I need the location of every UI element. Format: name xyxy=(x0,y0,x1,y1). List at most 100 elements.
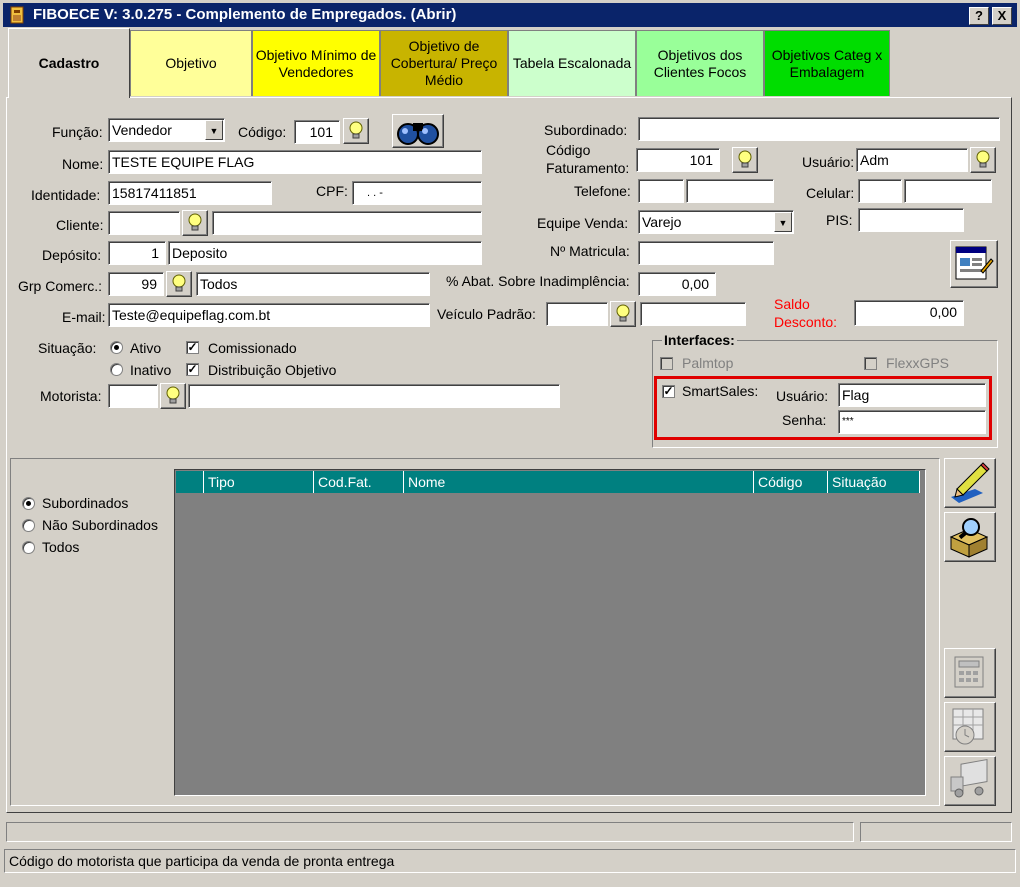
grid-header-situacao[interactable]: Situação xyxy=(828,471,920,493)
veiculo-lookup-button[interactable] xyxy=(610,301,636,327)
equipe-venda-select[interactable]: Varejo ▼ xyxy=(638,210,794,234)
cpf-field[interactable]: . . - xyxy=(352,181,482,205)
todos-label: Todos xyxy=(42,539,80,555)
saldo-label-1: Saldo xyxy=(774,296,810,312)
chevron-down-icon[interactable]: ▼ xyxy=(205,120,223,140)
veiculo-code-field[interactable] xyxy=(546,302,608,326)
search-records-button[interactable] xyxy=(944,512,996,562)
tab-objetivo[interactable]: Objetivo xyxy=(130,30,252,96)
cliente-name-field[interactable] xyxy=(212,211,482,235)
situacao-label: Situação: xyxy=(38,340,97,356)
celular-label: Celular: xyxy=(806,185,855,201)
smartsales-usuario-field[interactable]: Flag xyxy=(838,383,986,407)
funcao-label: Função: xyxy=(52,124,103,140)
help-button[interactable]: ? xyxy=(969,7,989,25)
cliente-lookup-button[interactable] xyxy=(182,210,208,236)
lightbulb-icon xyxy=(616,304,630,322)
deposito-name-field[interactable]: Deposito xyxy=(168,241,482,265)
grid-header-codigo[interactable]: Código xyxy=(754,471,828,493)
smartsales-label: SmartSales: xyxy=(682,383,759,399)
subordinado-field[interactable] xyxy=(638,117,1000,141)
funcao-select[interactable]: Vendedor ▼ xyxy=(108,118,225,142)
inativo-radio[interactable] xyxy=(110,363,123,376)
motorista-label: Motorista: xyxy=(40,388,102,404)
grp-comerc-label: Grp Comerc.: xyxy=(18,278,103,294)
calendar-clock-icon xyxy=(952,708,984,745)
usuario-label: Usuário: xyxy=(802,154,855,170)
cliente-label: Cliente: xyxy=(56,217,104,233)
tab-clientes-focos[interactable]: Objetivos dos Clientes Focos xyxy=(636,30,764,96)
equipe-venda-value: Varejo xyxy=(642,214,682,230)
codigo-field[interactable]: 101 xyxy=(294,120,340,144)
pencil-icon xyxy=(951,462,990,503)
smartsales-senha-field[interactable]: *** xyxy=(838,410,986,434)
lightbulb-icon xyxy=(166,386,180,404)
tab-cadastro[interactable]: Cadastro xyxy=(8,28,130,98)
chevron-down-icon[interactable]: ▼ xyxy=(774,212,792,232)
codigo-fat-label-1: Código xyxy=(546,142,591,158)
grid-header-codfat[interactable]: Cod.Fat. xyxy=(314,471,404,493)
status-panel-1 xyxy=(6,822,854,842)
grid-header-nome[interactable]: Nome xyxy=(404,471,754,493)
binoculars-icon xyxy=(397,123,439,145)
abat-field[interactable]: 0,00 xyxy=(638,272,716,296)
palmtop-checkbox[interactable] xyxy=(660,357,673,370)
subordinados-grid[interactable] xyxy=(174,469,926,796)
motorista-name-field[interactable] xyxy=(188,384,560,408)
codigo-lookup-button[interactable] xyxy=(343,118,369,144)
edit-button[interactable] xyxy=(944,458,996,508)
nao-subordinados-radio[interactable] xyxy=(22,519,35,532)
subordinado-label: Subordinado: xyxy=(544,122,628,138)
codigo-fat-lookup-button[interactable] xyxy=(732,147,758,173)
smartsales-usuario-label: Usuário: xyxy=(776,388,829,404)
grid-header-tipo[interactable]: Tipo xyxy=(204,471,314,493)
tab-tabela-escalonada[interactable]: Tabela Escalonada xyxy=(508,30,636,96)
cpf-label: CPF: xyxy=(316,183,348,199)
comissionado-checkbox[interactable]: ✓ xyxy=(186,341,199,354)
motorista-code-field[interactable] xyxy=(108,384,158,408)
email-label: E-mail: xyxy=(62,309,106,325)
grp-comerc-lookup-button[interactable] xyxy=(166,271,192,297)
interfaces-title: Interfaces: xyxy=(662,332,737,348)
pis-field[interactable] xyxy=(858,208,964,232)
report-button[interactable] xyxy=(950,240,998,288)
smartsales-senha-label: Senha: xyxy=(782,412,827,428)
lightbulb-icon xyxy=(976,150,990,168)
celular-field[interactable] xyxy=(904,179,992,203)
grp-comerc-name-field[interactable]: Todos xyxy=(196,272,430,296)
celular-ddd-field[interactable] xyxy=(858,179,902,203)
subordinados-radio[interactable] xyxy=(22,497,35,510)
tab-categ-embalagem[interactable]: Objetivos Categ x Embalagem xyxy=(764,30,890,96)
grp-comerc-code-field[interactable]: 99 xyxy=(108,272,164,296)
telefone-ddd-field[interactable] xyxy=(638,179,684,203)
nome-field[interactable]: TESTE EQUIPE FLAG xyxy=(108,150,482,174)
lightbulb-icon xyxy=(188,213,202,231)
usuario-field[interactable]: Adm xyxy=(856,148,968,172)
identidade-label: Identidade: xyxy=(31,187,101,203)
telefone-field[interactable] xyxy=(686,179,774,203)
usuario-lookup-button[interactable] xyxy=(970,147,996,173)
distribuicao-checkbox[interactable]: ✓ xyxy=(186,363,199,376)
codigo-fat-field[interactable]: 101 xyxy=(636,148,720,172)
flexgps-label: FlexxGPS xyxy=(886,355,950,371)
todos-radio[interactable] xyxy=(22,541,35,554)
close-button[interactable]: X xyxy=(992,7,1012,25)
deposito-code-field[interactable]: 1 xyxy=(108,241,166,265)
ativo-radio[interactable] xyxy=(110,341,123,354)
flexgps-checkbox[interactable] xyxy=(864,357,877,370)
cliente-code-field[interactable] xyxy=(108,211,180,235)
veiculo-name-field[interactable] xyxy=(640,302,746,326)
motorista-lookup-button[interactable] xyxy=(160,383,186,409)
matricula-label: Nº Matricula: xyxy=(550,243,630,259)
window-title: FIBOECE V: 3.0.275 - Complemento de Empr… xyxy=(33,6,457,23)
email-field[interactable]: Teste@equipeflag.com.bt xyxy=(108,303,430,327)
search-button[interactable] xyxy=(392,114,444,148)
matricula-field[interactable] xyxy=(638,241,774,265)
smartsales-checkbox[interactable]: ✓ xyxy=(662,385,675,398)
comissionado-label: Comissionado xyxy=(208,340,297,356)
identidade-field[interactable]: 15817411851 xyxy=(108,181,272,205)
tab-objetivo-cobertura[interactable]: Objetivo de Cobertura/ Preço Médio xyxy=(380,30,508,96)
tab-objetivo-minimo[interactable]: Objetivo Mínimo de Vendedores xyxy=(252,30,380,96)
app-window: FIBOECE V: 3.0.275 - Complemento de Empr… xyxy=(0,0,1020,887)
saldo-field[interactable]: 0,00 xyxy=(854,300,964,326)
